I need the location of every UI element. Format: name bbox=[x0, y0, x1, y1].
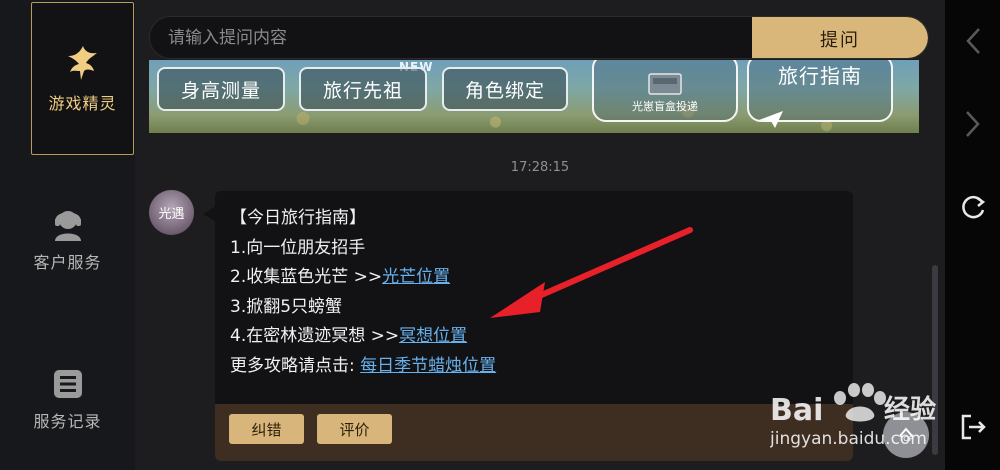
message-title: 【今日旅行指南】 bbox=[230, 208, 366, 228]
message-line-2-text: 2.收集蓝色光芒 >> bbox=[230, 267, 383, 287]
headset-agent-icon bbox=[51, 207, 85, 241]
correct-button[interactable]: 纠错 bbox=[229, 414, 304, 444]
message-line-4: 4.在密林遗迹冥想 >>冥想位置 bbox=[230, 322, 496, 352]
sidebar-item-label: 客户服务 bbox=[33, 253, 102, 272]
fairy-icon bbox=[66, 44, 100, 82]
chat-scrollbar[interactable] bbox=[932, 265, 938, 455]
chat-main: 提问 NEW 身高测量 旅行先祖 角色绑定 光崽盲盒投递 旅行指南 17:28:… bbox=[135, 0, 945, 470]
message-line-2: 2.收集蓝色光芒 >>光芒位置 bbox=[230, 263, 496, 293]
chevron-left-icon bbox=[966, 28, 980, 54]
message-line-5-text: 更多攻略请点击: bbox=[230, 355, 361, 376]
forward-button[interactable] bbox=[957, 108, 989, 140]
message-line-4-text: 4.在密林遗迹冥想 >> bbox=[230, 326, 400, 346]
sidebar-item-game-fairy[interactable]: 游戏精灵 bbox=[31, 2, 134, 155]
paper-plane-icon bbox=[759, 111, 783, 128]
daily-candle-location-link[interactable]: 每日季节蜡烛位置 bbox=[360, 356, 496, 376]
bot-avatar: 光遇 bbox=[149, 190, 194, 235]
message-actions: 纠错 评价 bbox=[215, 404, 853, 461]
feature-banner: NEW 身高测量 旅行先祖 角色绑定 光崽盲盒投递 旅行指南 bbox=[149, 60, 919, 133]
refresh-icon bbox=[962, 195, 986, 219]
sidebar-item-service-record[interactable]: 服务记录 bbox=[0, 355, 135, 445]
right-navigation bbox=[945, 0, 1000, 470]
chevron-right-icon bbox=[966, 111, 980, 137]
rate-button[interactable]: 评价 bbox=[317, 414, 392, 444]
blind-box-card[interactable]: 光崽盲盒投递 bbox=[592, 60, 738, 122]
height-measure-chip[interactable]: 身高测量 bbox=[157, 67, 285, 111]
message-text: 【今日旅行指南】 1.向一位朋友招手 2.收集蓝色光芒 >>光芒位置 3.掀翻5… bbox=[230, 204, 496, 381]
ask-button[interactable]: 提问 bbox=[752, 17, 928, 58]
light-location-link[interactable]: 光芒位置 bbox=[382, 267, 450, 287]
sidebar-item-label: 服务记录 bbox=[33, 412, 102, 431]
message-line-5: 更多攻略请点击: 每日季节蜡烛位置 bbox=[230, 352, 496, 382]
box-icon bbox=[648, 73, 682, 95]
top-label: TOP bbox=[898, 435, 913, 443]
sidebar-item-label: 游戏精灵 bbox=[48, 93, 117, 113]
traveling-spirit-chip[interactable]: 旅行先祖 bbox=[299, 67, 427, 111]
meditation-location-link[interactable]: 冥想位置 bbox=[399, 326, 467, 346]
exit-button[interactable] bbox=[957, 411, 989, 443]
sidebar-item-customer-service[interactable]: 客户服务 bbox=[0, 195, 135, 285]
back-to-top-button[interactable]: TOP bbox=[883, 412, 929, 458]
message-line-1: 1.向一位朋友招手 bbox=[230, 237, 366, 258]
exit-icon bbox=[961, 414, 986, 440]
travel-guide-label: 旅行指南 bbox=[778, 64, 862, 88]
question-search-bar: 提问 bbox=[149, 16, 929, 59]
message-line-3: 3.掀翻5只螃蟹 bbox=[230, 296, 343, 317]
refresh-button[interactable] bbox=[957, 192, 989, 224]
sidebar: 游戏精灵 客户服务 服务记录 bbox=[0, 0, 135, 470]
back-button[interactable] bbox=[957, 25, 989, 57]
bot-message-bubble: 【今日旅行指南】 1.向一位朋友招手 2.收集蓝色光芒 >>光芒位置 3.掀翻5… bbox=[215, 191, 853, 461]
list-record-icon bbox=[52, 368, 84, 400]
question-input[interactable] bbox=[150, 17, 752, 58]
message-timestamp: 17:28:15 bbox=[510, 160, 570, 175]
blind-box-label: 光崽盲盒投递 bbox=[632, 100, 698, 113]
role-binding-chip[interactable]: 角色绑定 bbox=[442, 67, 568, 111]
